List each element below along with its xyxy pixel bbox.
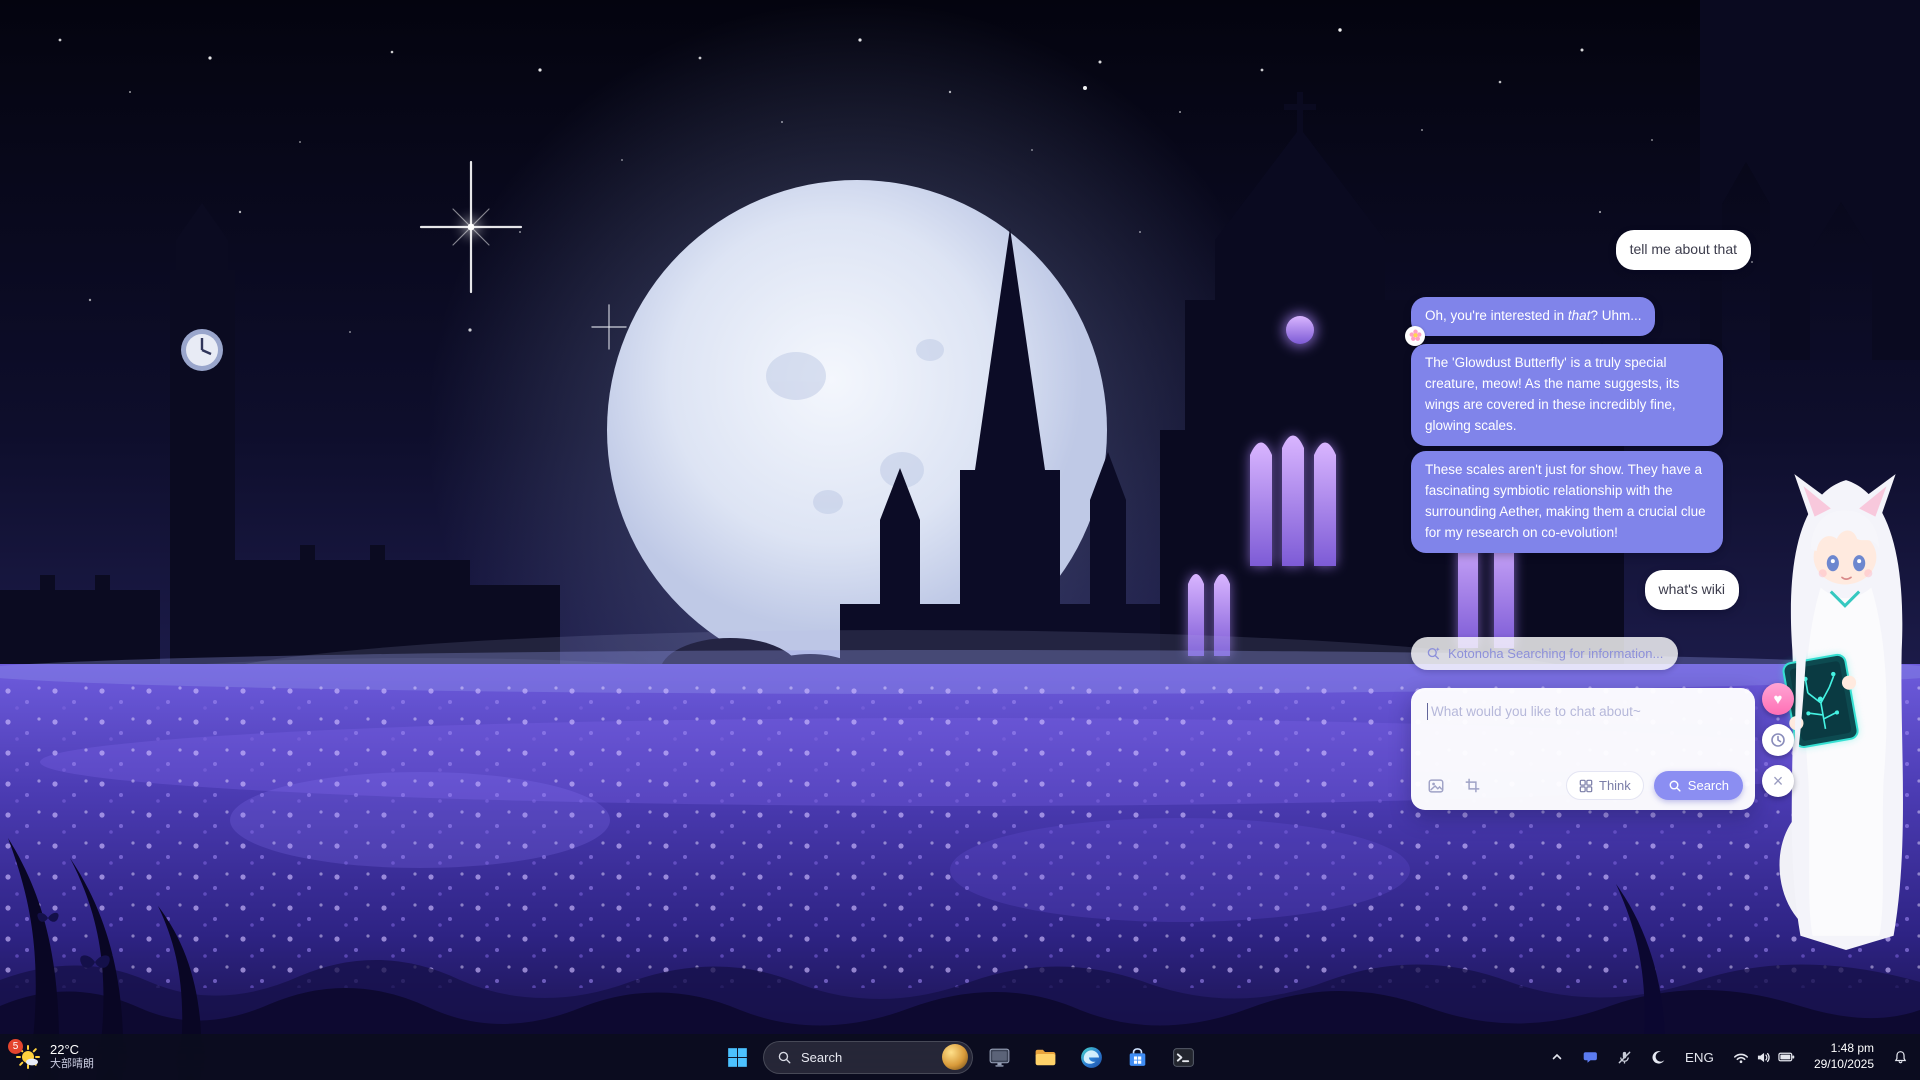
taskbar-weather-widget[interactable]: 5 22°C 大部晴朗 [14,1042,94,1072]
companion-avatar [1405,326,1425,346]
search-icon [777,1050,792,1065]
monitor-app-icon [987,1045,1012,1070]
folder-icon [1033,1045,1058,1070]
chat-message-user: tell me about that [1616,230,1751,270]
close-icon: × [1773,772,1784,790]
tray-language-button[interactable]: ENG [1681,1046,1718,1069]
search-status-chip: Kotonoha Searching for information... [1411,637,1678,670]
crescent-moon-icon [1651,1050,1666,1065]
taskbar-tray: ENG 1:48 pm 29/10/2025 [1547,1037,1912,1076]
dress [1805,587,1886,935]
microsoft-store-icon [1125,1045,1150,1070]
taskbar-app-file-explorer[interactable] [1025,1037,1065,1077]
message-text: These scales aren't just for show. They … [1425,462,1706,540]
taskbar-search-box[interactable]: Search [763,1041,973,1074]
companion-character[interactable] [1768,468,1920,954]
close-chat-button[interactable]: × [1762,765,1794,797]
heart-icon: ♥ [1774,691,1783,708]
chat-input-panel: What would you like to chat about~ [1411,688,1755,810]
terminal-icon [1171,1045,1196,1070]
mic-off-icon [1617,1050,1632,1065]
start-button[interactable] [717,1037,757,1077]
weather-condition: 大部晴朗 [50,1058,94,1072]
taskbar-app-photos[interactable] [979,1037,1019,1077]
taskbar: 5 22°C 大部晴朗 Search [0,1034,1920,1080]
notification-badge: 5 [8,1039,23,1054]
bubble-tail [1646,307,1664,325]
edge-browser-icon [1079,1045,1104,1070]
chat-bubble-icon [1582,1049,1598,1065]
eye-right [1853,555,1865,571]
taskbar-center: Search [717,1037,1203,1077]
tray-network-volume-button[interactable] [1729,1047,1799,1068]
windows-logo-icon [727,1047,748,1068]
taskbar-app-terminal[interactable] [1163,1037,1203,1077]
bell-icon [1893,1050,1908,1065]
screenshot-crop-button[interactable] [1459,773,1485,799]
attach-image-button[interactable] [1423,773,1449,799]
wifi-icon [1733,1051,1749,1064]
chat-message-assistant: Oh, you're interested in that? Uhm... [1411,297,1655,336]
tray-focus-assist-button[interactable] [1647,1046,1670,1069]
think-icon [1579,779,1593,793]
search-sparkle-icon [1426,646,1441,661]
crop-icon [1464,777,1481,794]
search-highlight-image [942,1044,968,1070]
notification-center-button[interactable] [1889,1046,1912,1069]
tray-overflow-button[interactable] [1547,1047,1567,1067]
search-placeholder: Search [801,1050,842,1065]
tray-mic-muted-button[interactable] [1613,1046,1636,1069]
flower-icon [1409,329,1422,342]
weather-temp: 22°C [50,1042,94,1058]
message-text: what's wiki [1659,581,1725,597]
message-text: The 'Glowdust Butterfly' is a truly spec… [1425,355,1679,433]
message-text: tell me about that [1630,241,1737,257]
volume-icon [1756,1051,1771,1064]
taskbar-app-store[interactable] [1117,1037,1157,1077]
eye-left [1827,555,1839,571]
clock-date: 29/10/2025 [1814,1057,1874,1071]
weather-sun-icon: 5 [14,1043,42,1071]
tray-clock[interactable]: 1:48 pm 29/10/2025 [1810,1037,1878,1076]
chevron-up-icon [1551,1051,1563,1063]
battery-icon [1778,1051,1795,1063]
search-button[interactable]: Search [1654,771,1743,800]
chat-message-user: what's wiki [1645,570,1739,610]
input-placeholder: What would you like to chat about~ [1431,704,1641,719]
tray-chat-button[interactable] [1578,1045,1602,1069]
status-text: Kotonoha Searching for information... [1448,646,1663,661]
favorite-heart-button[interactable]: ♥ [1762,683,1794,715]
chat-input[interactable]: What would you like to chat about~ [1411,688,1755,720]
message-text: Oh, you're interested in [1425,308,1568,323]
chat-actions-row: Think Search [1423,771,1743,800]
hand [1842,676,1856,690]
clock-icon [1770,732,1786,748]
desktop: { "chat": { "messages": [ { "role": "use… [0,0,1920,1080]
search-icon [1668,779,1682,793]
taskbar-app-edge[interactable] [1071,1037,1111,1077]
language-label: ENG [1685,1050,1714,1065]
think-button[interactable]: Think [1566,771,1644,800]
chat-message-assistant: The 'Glowdust Butterfly' is a truly spec… [1411,344,1723,446]
chat-message-assistant: These scales aren't just for show. They … [1411,451,1723,553]
clock-time: 1:48 pm [1831,1041,1874,1055]
image-icon [1427,777,1445,795]
text-caret [1427,703,1428,720]
history-button[interactable] [1762,724,1794,756]
